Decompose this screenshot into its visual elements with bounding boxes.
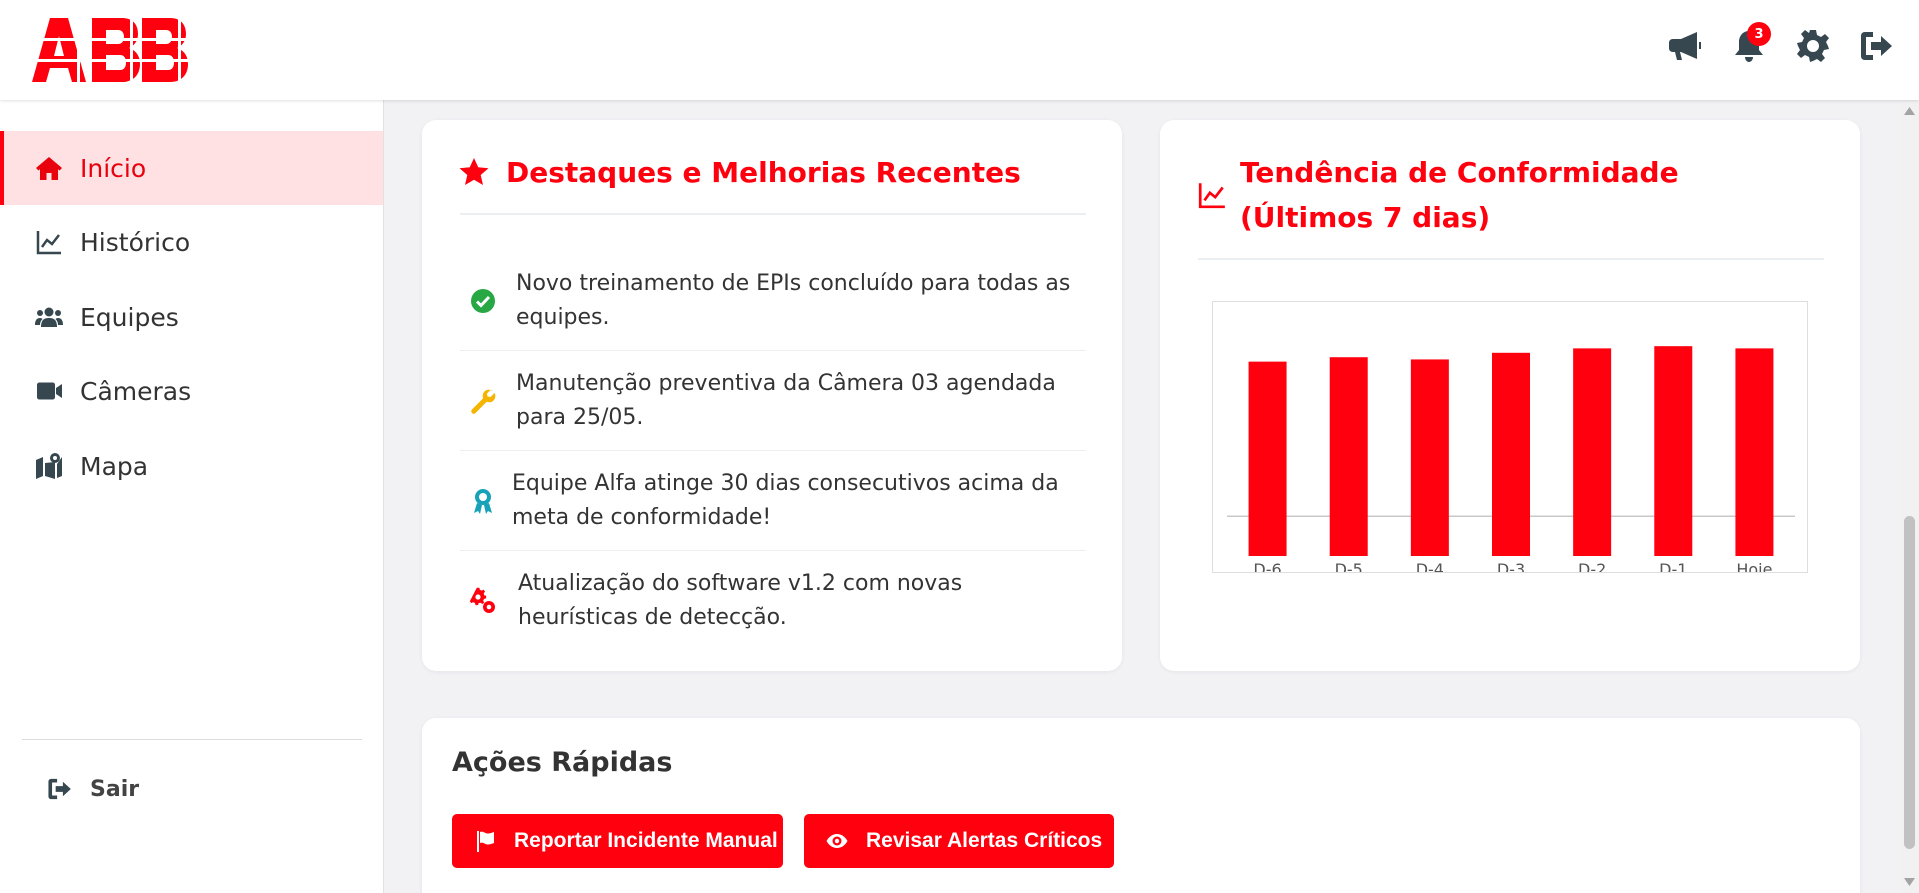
x-tick-label: D-2 (1578, 560, 1606, 572)
sidebar-item-label: Início (80, 153, 147, 183)
gear-icon[interactable] (1793, 26, 1833, 66)
chart-bar (1248, 361, 1287, 556)
scroll-down-arrow[interactable] (1903, 875, 1916, 889)
x-tick-label: D-4 (1416, 560, 1444, 572)
logout-label: Sair (90, 776, 140, 802)
wrench-icon (466, 384, 500, 418)
sign-out-icon[interactable] (1857, 26, 1897, 66)
report-incident-button[interactable]: Reportar Incidente Manual (452, 814, 783, 868)
sidebar-item-label: Câmeras (80, 376, 192, 406)
chart-bar (1654, 346, 1693, 556)
list-item: Atualização do software v1.2 com novas h… (460, 551, 1086, 651)
notification-badge: 3 (1747, 22, 1771, 46)
list-item: Novo treinamento de EPIs concluído para … (460, 251, 1086, 351)
quick-actions-title: Ações Rápidas (452, 747, 673, 778)
chart-bar (1410, 359, 1449, 556)
chart-line-icon (34, 227, 64, 257)
logout-button[interactable]: Sair (46, 776, 139, 802)
chart-bar (1492, 352, 1530, 556)
scroll-up-arrow[interactable] (1903, 104, 1916, 118)
sign-out-icon (48, 778, 71, 800)
abb-logo[interactable] (30, 18, 188, 82)
sidebar-divider (22, 739, 362, 740)
sidebar: Início Histórico Equipes Câmeras Mapa Sa… (0, 100, 384, 893)
page-scrollbar[interactable] (1900, 100, 1919, 893)
report-incident-label: Reportar Incidente Manual (514, 829, 778, 852)
review-alerts-button[interactable]: Revisar Alertas Críticos (804, 814, 1114, 868)
chart-bar (1735, 348, 1774, 556)
eye-icon (826, 834, 848, 848)
trend-title: Tendência de Conformidade (Últimos 7 dia… (1240, 156, 1679, 234)
sidebar-item-historico[interactable]: Histórico (0, 205, 383, 279)
highlights-card: Destaques e Melhorias Recentes Novo trei… (422, 120, 1122, 671)
highlight-text: Manutenção preventiva da Câmera 03 agend… (516, 370, 1056, 430)
sidebar-item-label: Equipes (80, 302, 179, 332)
sidebar-item-label: Histórico (80, 227, 191, 257)
highlight-text: Atualização do software v1.2 com novas h… (518, 571, 963, 630)
compliance-bar-chart: D-6 D-5 D-4 D-3 D-2 D-1 Hoje (1227, 346, 1795, 579)
sidebar-item-mapa[interactable]: Mapa (0, 429, 383, 503)
x-tick-label: D-3 (1497, 560, 1525, 572)
sidebar-item-equipes[interactable]: Equipes (0, 280, 383, 354)
x-tick-label: Hoje (1736, 560, 1772, 572)
chart-bar (1329, 357, 1368, 556)
chart-bar (1573, 348, 1612, 556)
compliance-chart: D-6 D-5 D-4 D-3 D-2 D-1 Hoje (1212, 301, 1808, 579)
star-icon (459, 158, 489, 185)
highlight-text: Equipe Alfa atinge 30 dias consecutivos … (512, 470, 1059, 530)
award-icon (466, 484, 500, 518)
list-item: Equipe Alfa atinge 30 dias consecutivos … (460, 451, 1086, 551)
chart-line-icon (1198, 183, 1225, 209)
x-tick-label: D-5 (1335, 560, 1363, 572)
check-circle-icon (466, 284, 500, 318)
home-icon (34, 153, 64, 183)
sidebar-item-label: Mapa (80, 451, 149, 481)
highlight-text: Novo treinamento de EPIs concluído para … (516, 270, 1071, 330)
sidebar-item-inicio[interactable]: Início (0, 131, 383, 205)
review-alerts-label: Revisar Alertas Críticos (866, 829, 1103, 852)
users-icon (34, 302, 64, 332)
x-tick-label: D-6 (1253, 560, 1281, 572)
x-tick-label: D-1 (1659, 560, 1687, 572)
map-icon (34, 451, 64, 481)
top-header: 3 (0, 0, 1919, 100)
card-divider (1198, 258, 1824, 260)
sidebar-item-cameras[interactable]: Câmeras (0, 354, 383, 428)
highlights-title: Destaques e Melhorias Recentes (506, 156, 1021, 189)
scrollbar-thumb[interactable] (1904, 516, 1915, 849)
flag-icon (477, 831, 494, 852)
list-item: Manutenção preventiva da Câmera 03 agend… (460, 351, 1086, 451)
video-icon (34, 376, 64, 406)
megaphone-icon[interactable] (1665, 26, 1705, 66)
card-divider (460, 213, 1086, 215)
cogs-icon (466, 584, 500, 618)
bell-icon[interactable]: 3 (1729, 22, 1771, 66)
